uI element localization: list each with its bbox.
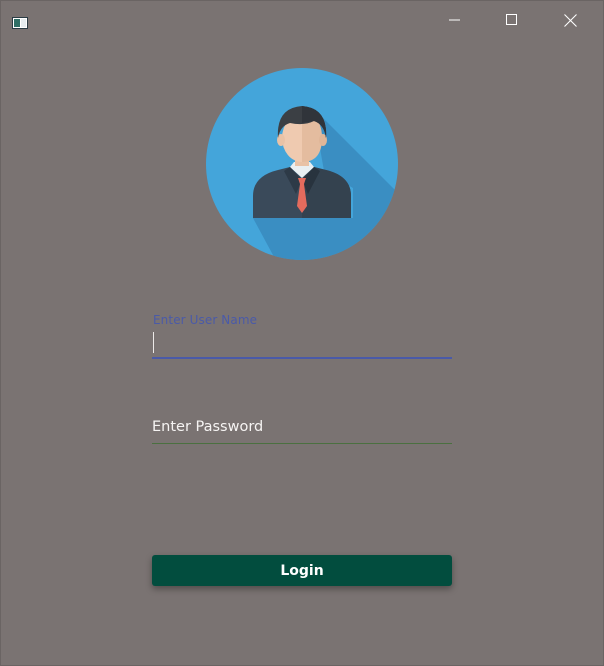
username-underline [152, 357, 452, 359]
minimize-button[interactable] [432, 1, 478, 39]
maximize-icon [506, 14, 517, 25]
app-window: Enter User Name Login [0, 0, 604, 666]
text-caret [153, 332, 154, 353]
minimize-icon [449, 19, 460, 21]
username-label: Enter User Name [153, 313, 258, 327]
close-button[interactable] [547, 1, 593, 39]
password-field[interactable] [152, 411, 452, 444]
maximize-button[interactable] [489, 1, 535, 39]
user-avatar [206, 68, 398, 260]
title-bar[interactable] [1, 1, 603, 39]
password-underline [152, 443, 452, 444]
username-input[interactable] [152, 333, 452, 357]
close-icon [563, 13, 577, 27]
password-input[interactable] [152, 415, 452, 439]
user-avatar-icon [206, 68, 398, 260]
username-field[interactable]: Enter User Name [152, 311, 452, 359]
app-window-icon [12, 14, 28, 29]
login-button[interactable]: Login [152, 555, 452, 586]
